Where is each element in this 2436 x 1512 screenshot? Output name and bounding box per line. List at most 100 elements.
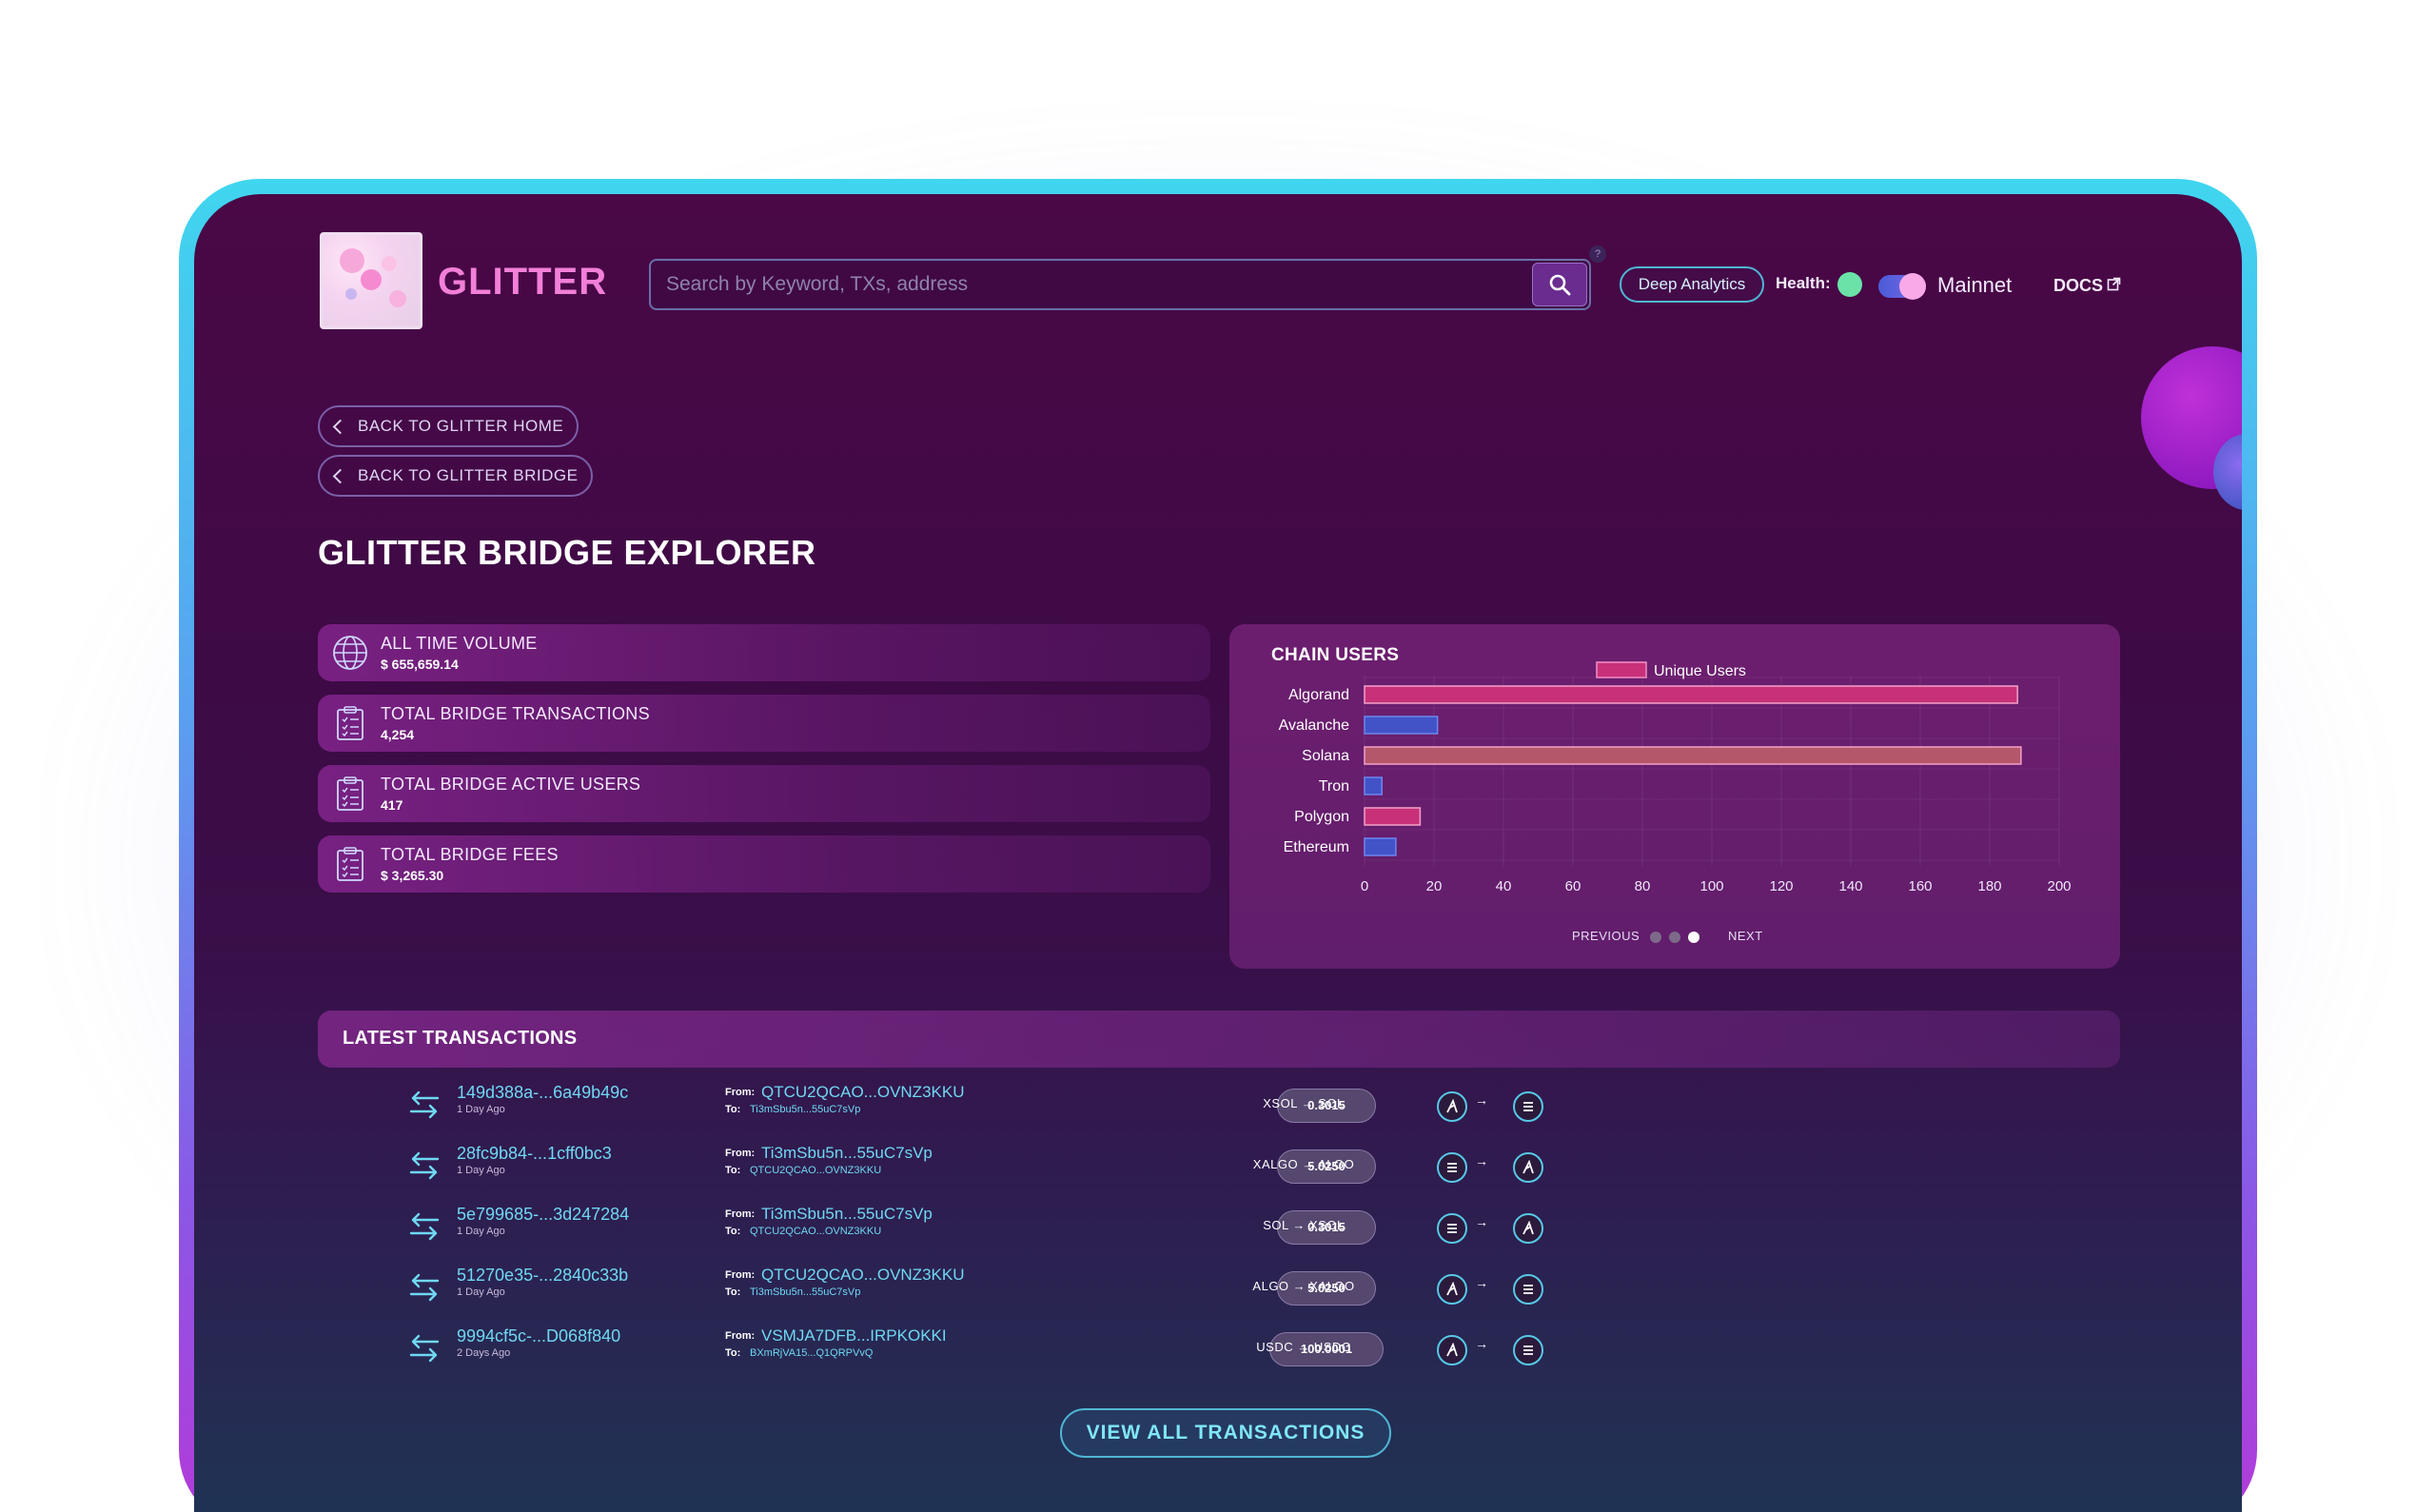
- logo-icon[interactable]: [320, 232, 422, 329]
- token-from: XSOL: [1263, 1096, 1298, 1110]
- bar-polygon: [1364, 807, 1422, 826]
- from-address-link[interactable]: Ti3mSbu5n...55uC7sVp: [761, 1205, 933, 1224]
- token-to: XALGO: [1309, 1279, 1355, 1293]
- to-address-link[interactable]: QTCU2QCAO...OVNZ3KKU: [750, 1226, 881, 1237]
- chevron-left-icon: [332, 419, 348, 435]
- solana-icon: [1513, 1091, 1543, 1122]
- stat-card-volume: ALL TIME VOLUME $ 655,659.14: [318, 624, 1210, 681]
- to-label: To:: [725, 1226, 741, 1237]
- arrow-right-icon: →: [1475, 1153, 1488, 1168]
- x-tick-label: 0: [1361, 878, 1368, 894]
- table-row[interactable]: 51270e35-...2840c33b 1 Day Ago From: QTCU2Q…: [318, 1260, 2120, 1317]
- tx-age: 1 Day Ago: [457, 1165, 505, 1176]
- page-dot-active[interactable]: [1688, 932, 1699, 943]
- search-button[interactable]: [1532, 263, 1587, 306]
- section-title: LATEST TRANSACTIONS: [343, 1028, 578, 1049]
- page-dot[interactable]: [1650, 932, 1661, 943]
- solana-icon: [1437, 1152, 1467, 1183]
- from-address-link[interactable]: Ti3mSbu5n...55uC7sVp: [761, 1144, 933, 1163]
- from-label: From:: [725, 1148, 756, 1159]
- token-pair: ALGO → XALGO: [1180, 1279, 1427, 1293]
- token-pair: XSOL → SOL: [1180, 1096, 1427, 1110]
- bar-ethereum: [1364, 837, 1397, 856]
- table-row[interactable]: 28fc9b84-...1cff0bc3 1 Day Ago From: Ti3mSb…: [318, 1138, 2120, 1195]
- from-label: From:: [725, 1269, 756, 1281]
- from-label: From:: [725, 1087, 756, 1098]
- x-tick-label: 20: [1426, 878, 1443, 894]
- token-to: ALGO: [1318, 1157, 1355, 1171]
- tx-age: 1 Day Ago: [457, 1104, 505, 1115]
- page-dot[interactable]: [1669, 932, 1680, 943]
- network-toggle[interactable]: [1878, 273, 1926, 300]
- stat-value: 417: [381, 797, 403, 813]
- view-all-transactions-button[interactable]: VIEW ALL TRANSACTIONS: [1060, 1408, 1391, 1458]
- docs-label: DOCS: [2053, 276, 2104, 295]
- logo-dot: [382, 256, 397, 271]
- from-address-link[interactable]: QTCU2QCAO...OVNZ3KKU: [761, 1083, 964, 1102]
- to-address-link[interactable]: Ti3mSbu5n...55uC7sVp: [750, 1104, 860, 1115]
- solana-icon: [1513, 1335, 1543, 1365]
- solana-icon: [1513, 1274, 1543, 1305]
- token-from: USDC: [1256, 1340, 1294, 1354]
- tx-hash-link[interactable]: 149d388a-...6a49b49c: [457, 1083, 628, 1103]
- arrow-right-icon: →: [1475, 1336, 1488, 1351]
- tx-hash-link[interactable]: 9994cf5c-...D068f840: [457, 1326, 620, 1346]
- legend-label: Unique Users: [1654, 663, 1746, 679]
- token-pair: SOL → XSOL: [1180, 1218, 1427, 1232]
- health-status-icon: [1837, 272, 1862, 297]
- back-to-home-button[interactable]: BACK TO GLITTER HOME: [318, 405, 580, 447]
- chevron-left-icon: [332, 468, 348, 484]
- tx-hash-link[interactable]: 28fc9b84-...1cff0bc3: [457, 1144, 612, 1164]
- to-address-link[interactable]: QTCU2QCAO...OVNZ3KKU: [750, 1165, 881, 1176]
- arrow-right-icon: →: [1297, 1096, 1319, 1110]
- category-label: Solana: [1302, 748, 1349, 764]
- arrow-right-icon: →: [1288, 1279, 1310, 1293]
- previous-button[interactable]: PREVIOUS: [1572, 929, 1640, 943]
- docs-link[interactable]: DOCS: [2053, 276, 2121, 296]
- token-pair: XALGO → ALGO: [1180, 1157, 1427, 1171]
- chart-pager: PREVIOUS NEXT: [1229, 927, 2120, 946]
- help-icon[interactable]: ?: [1589, 245, 1606, 263]
- stat-value: 4,254: [381, 727, 415, 742]
- to-address-link[interactable]: Ti3mSbu5n...55uC7sVp: [750, 1286, 860, 1298]
- arrow-right-icon: →: [1475, 1092, 1488, 1108]
- clipboard-icon: [337, 847, 363, 881]
- latest-transactions-header: LATEST TRANSACTIONS: [318, 1011, 2120, 1068]
- bar-tron: [1364, 776, 1383, 795]
- stat-label: TOTAL BRIDGE ACTIVE USERS: [381, 775, 641, 794]
- x-tick-label: 120: [1769, 878, 1793, 894]
- stat-card-fees: TOTAL BRIDGE FEES $ 3,265.30: [318, 835, 1210, 893]
- brand-name[interactable]: GLITTER: [438, 261, 607, 304]
- clipboard-icon: [337, 706, 363, 740]
- x-tick-label: 200: [2047, 878, 2071, 894]
- tx-hash-link[interactable]: 51270e35-...2840c33b: [457, 1266, 628, 1286]
- tx-age: 1 Day Ago: [457, 1286, 505, 1298]
- bar-algorand: [1364, 685, 2018, 704]
- search-input[interactable]: [666, 261, 1513, 308]
- logo-dot: [389, 290, 406, 307]
- tx-hash-link[interactable]: 5e799685-...3d247284: [457, 1205, 629, 1225]
- table-row[interactable]: 9994cf5c-...D068f840 2 Days Ago From: VSMJA…: [318, 1321, 2120, 1378]
- stat-value: $ 3,265.30: [381, 868, 444, 883]
- algorand-icon: [1437, 1091, 1467, 1122]
- x-tick-label: 60: [1565, 878, 1581, 894]
- algorand-icon: [1513, 1152, 1543, 1183]
- next-button[interactable]: NEXT: [1728, 929, 1763, 943]
- to-address-link[interactable]: BXmRjVA15...Q1QRPVvQ: [750, 1347, 873, 1359]
- from-address-link[interactable]: QTCU2QCAO...OVNZ3KKU: [761, 1266, 964, 1285]
- deep-analytics-button[interactable]: Deep Analytics: [1620, 266, 1764, 303]
- device-frame: GLITTER ? Deep Analytics Health: Mainnet…: [179, 179, 2257, 1512]
- x-tick-label: 160: [1908, 878, 1932, 894]
- back-home-label: BACK TO GLITTER HOME: [358, 417, 564, 435]
- back-to-bridge-button[interactable]: BACK TO GLITTER BRIDGE: [318, 455, 594, 497]
- table-row[interactable]: 149d388a-...6a49b49c 1 Day Ago From: QTCU2Q…: [318, 1077, 2120, 1134]
- to-label: To:: [725, 1286, 741, 1298]
- arrow-right-icon: →: [1298, 1157, 1319, 1171]
- solana-icon: [1437, 1213, 1467, 1244]
- swap-arrows-icon: [409, 1151, 440, 1180]
- from-label: From:: [725, 1330, 756, 1342]
- from-label: From:: [725, 1208, 756, 1220]
- table-row[interactable]: 5e799685-...3d247284 1 Day Ago From: Ti3mSb…: [318, 1199, 2120, 1256]
- from-address-link[interactable]: VSMJA7DFB...IRPKOKKI: [761, 1326, 947, 1345]
- app-screen: GLITTER ? Deep Analytics Health: Mainnet…: [194, 194, 2242, 1512]
